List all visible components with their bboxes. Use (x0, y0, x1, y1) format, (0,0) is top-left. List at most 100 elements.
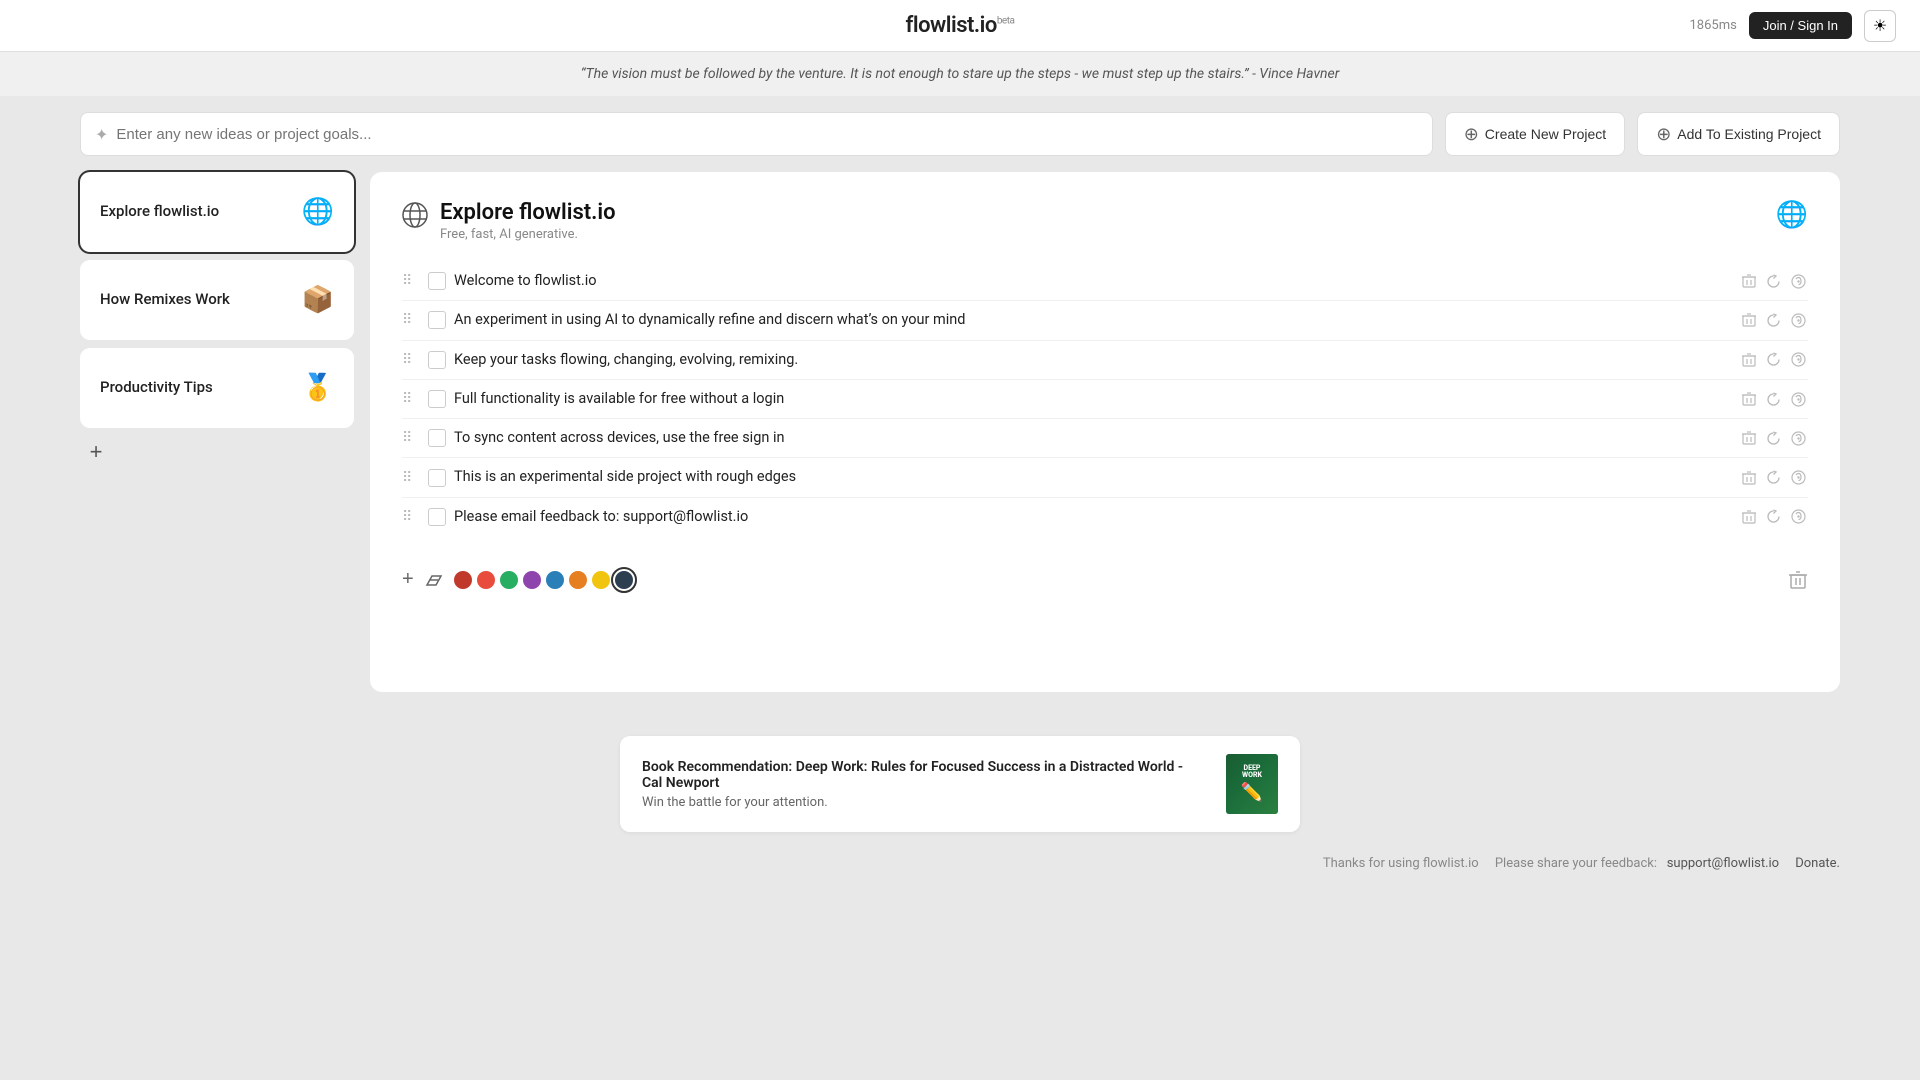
sidebar-item-remixes[interactable]: How Remixes Work 📦 (80, 260, 354, 340)
color-dot[interactable] (500, 571, 518, 589)
book-title: Book Recommendation: Deep Work: Rules fo… (642, 759, 1194, 791)
content-header-left: Explore flowlist.io Free, fast, AI gener… (402, 200, 616, 242)
drag-handle-icon[interactable]: ⠿ (402, 430, 420, 446)
task-delete-button[interactable] (1740, 272, 1758, 290)
spark-icon: ✦ (95, 125, 108, 144)
signin-button[interactable]: Join / Sign In (1749, 12, 1852, 39)
task-remix-button[interactable] (1789, 507, 1808, 526)
response-time: 1865ms (1690, 18, 1737, 33)
color-dot[interactable] (615, 571, 633, 589)
theme-toggle-button[interactable]: ☀ (1864, 10, 1896, 42)
task-actions (1740, 429, 1808, 448)
drag-handle-icon[interactable]: ⠿ (402, 509, 420, 525)
task-refresh-button[interactable] (1764, 507, 1783, 526)
drag-handle-icon[interactable]: ⠿ (402, 273, 420, 289)
top-nav: flowlist.iobeta 1865ms Join / Sign In ☀ (0, 0, 1920, 52)
task-text: This is an experimental side project wit… (454, 467, 1732, 487)
task-checkbox[interactable] (428, 508, 446, 526)
task-row: ⠿ Full functionality is available for fr… (402, 380, 1808, 419)
search-input[interactable] (116, 126, 1417, 143)
color-dot[interactable] (454, 571, 472, 589)
task-refresh-button[interactable] (1764, 350, 1783, 369)
task-checkbox[interactable] (428, 390, 446, 408)
task-actions (1740, 272, 1808, 291)
task-actions (1740, 468, 1808, 487)
task-text: Welcome to flowlist.io (454, 271, 1732, 291)
content-subtitle: Free, fast, AI generative. (440, 227, 616, 242)
content-globe-icon: 🌐 (1776, 200, 1808, 230)
task-refresh-button[interactable] (1764, 311, 1783, 330)
content-title-block: Explore flowlist.io Free, fast, AI gener… (440, 200, 616, 242)
sidebar-add-button[interactable]: + (80, 436, 112, 468)
content-header: Explore flowlist.io Free, fast, AI gener… (402, 200, 1808, 242)
color-dot[interactable] (592, 571, 610, 589)
sidebar: Explore flowlist.io 🌐 How Remixes Work 📦… (80, 172, 370, 692)
task-remix-button[interactable] (1789, 429, 1808, 448)
delete-button[interactable] (1788, 570, 1808, 590)
task-refresh-button[interactable] (1764, 390, 1783, 409)
search-area: ✦ ⊕ Create New Project ⊕ Add To Existing… (0, 96, 1920, 172)
task-delete-button[interactable] (1740, 351, 1758, 369)
task-text: Keep your tasks flowing, changing, evolv… (454, 350, 1732, 370)
task-refresh-button[interactable] (1764, 468, 1783, 487)
task-refresh-button[interactable] (1764, 429, 1783, 448)
task-checkbox[interactable] (428, 272, 446, 290)
task-delete-button[interactable] (1740, 390, 1758, 408)
task-remix-button[interactable] (1789, 272, 1808, 291)
footer-feedback-email[interactable]: support@flowlist.io (1667, 856, 1779, 871)
add-to-existing-project-button[interactable]: ⊕ Add To Existing Project (1637, 112, 1840, 156)
create-new-project-label: Create New Project (1485, 126, 1606, 142)
task-text: Full functionality is available for free… (454, 389, 1732, 409)
sidebar-productivity-icon: 🥇 (302, 375, 334, 401)
sidebar-item-explore-label: Explore flowlist.io (100, 202, 219, 222)
theme-icon: ☀ (1873, 16, 1887, 36)
nav-right: 1865ms Join / Sign In ☀ (1690, 10, 1897, 42)
app-badge: beta (997, 16, 1015, 27)
color-dot[interactable] (523, 571, 541, 589)
footer-thanks: Thanks for using flowlist.io (1323, 856, 1479, 871)
add-circle-icon: ⊕ (1656, 124, 1671, 145)
task-row: ⠿ Keep your tasks flowing, changing, evo… (402, 341, 1808, 380)
drag-handle-icon[interactable]: ⠿ (402, 391, 420, 407)
task-remix-button[interactable] (1789, 311, 1808, 330)
task-delete-button[interactable] (1740, 429, 1758, 447)
sidebar-item-productivity[interactable]: Productivity Tips 🥇 (80, 348, 354, 428)
task-row: ⠿ An experiment in using AI to dynamical… (402, 301, 1808, 340)
task-actions (1740, 507, 1808, 526)
color-dot[interactable] (569, 571, 587, 589)
task-checkbox[interactable] (428, 311, 446, 329)
erase-button[interactable] (424, 570, 444, 590)
task-remix-button[interactable] (1789, 468, 1808, 487)
task-refresh-button[interactable] (1764, 272, 1783, 291)
task-remix-button[interactable] (1789, 390, 1808, 409)
task-row: ⠿ This is an experimental side project w… (402, 458, 1808, 497)
drag-handle-icon[interactable]: ⠿ (402, 352, 420, 368)
book-rec-wrapper: Book Recommendation: Deep Work: Rules fo… (0, 692, 1920, 840)
task-checkbox[interactable] (428, 429, 446, 447)
sidebar-explore-icon: 🌐 (302, 199, 334, 225)
content-footer: + (402, 560, 1808, 591)
footer-donate-link[interactable]: Donate. (1795, 856, 1840, 871)
create-new-project-button[interactable]: ⊕ Create New Project (1445, 112, 1625, 156)
task-delete-button[interactable] (1740, 469, 1758, 487)
book-cover: DEEPWORK ✏️ (1226, 754, 1278, 814)
drag-handle-icon[interactable]: ⠿ (402, 312, 420, 328)
task-delete-button[interactable] (1740, 311, 1758, 329)
task-delete-button[interactable] (1740, 508, 1758, 526)
color-dot[interactable] (477, 571, 495, 589)
task-remix-button[interactable] (1789, 350, 1808, 369)
drag-handle-icon[interactable]: ⠿ (402, 470, 420, 486)
footer-left: + (402, 568, 633, 591)
search-input-wrap: ✦ (80, 112, 1433, 156)
task-checkbox[interactable] (428, 469, 446, 487)
add-task-button[interactable]: + (402, 568, 414, 591)
color-dot[interactable] (546, 571, 564, 589)
sidebar-item-explore[interactable]: Explore flowlist.io 🌐 (80, 172, 354, 252)
footer-feedback-label: Please share your feedback: (1495, 856, 1657, 871)
content-title: Explore flowlist.io (440, 200, 616, 225)
main-layout: Explore flowlist.io 🌐 How Remixes Work 📦… (0, 172, 1920, 692)
task-checkbox[interactable] (428, 351, 446, 369)
task-row: ⠿ To sync content across devices, use th… (402, 419, 1808, 458)
quote-text: “The vision must be followed by the vent… (581, 66, 1340, 82)
app-name: flowlist.io (906, 13, 997, 38)
